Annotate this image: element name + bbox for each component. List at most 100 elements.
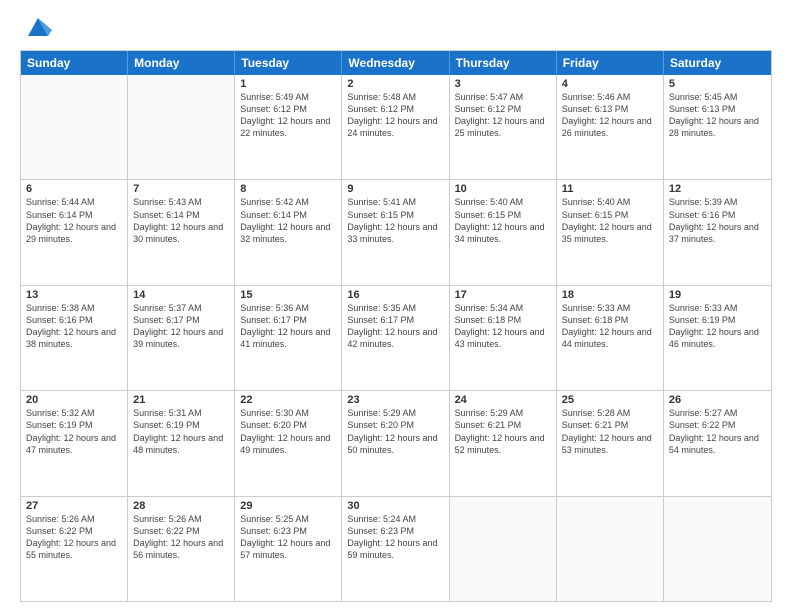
day-info: Sunrise: 5:44 AM Sunset: 6:14 PM Dayligh… xyxy=(26,196,122,245)
day-info: Sunrise: 5:35 AM Sunset: 6:17 PM Dayligh… xyxy=(347,302,443,351)
day-info: Sunrise: 5:45 AM Sunset: 6:13 PM Dayligh… xyxy=(669,91,766,140)
day-info: Sunrise: 5:34 AM Sunset: 6:18 PM Dayligh… xyxy=(455,302,551,351)
day-number: 19 xyxy=(669,289,766,301)
logo xyxy=(20,16,52,40)
page: SundayMondayTuesdayWednesdayThursdayFrid… xyxy=(0,0,792,612)
calendar-row-3: 13Sunrise: 5:38 AM Sunset: 6:16 PM Dayli… xyxy=(21,286,771,391)
calendar-row-2: 6Sunrise: 5:44 AM Sunset: 6:14 PM Daylig… xyxy=(21,180,771,285)
day-number: 3 xyxy=(455,78,551,90)
header-day-tuesday: Tuesday xyxy=(235,51,342,75)
day-info: Sunrise: 5:30 AM Sunset: 6:20 PM Dayligh… xyxy=(240,407,336,456)
calendar-cell: 29Sunrise: 5:25 AM Sunset: 6:23 PM Dayli… xyxy=(235,497,342,601)
day-info: Sunrise: 5:26 AM Sunset: 6:22 PM Dayligh… xyxy=(26,513,122,562)
day-info: Sunrise: 5:49 AM Sunset: 6:12 PM Dayligh… xyxy=(240,91,336,140)
day-number: 9 xyxy=(347,183,443,195)
calendar-cell: 1Sunrise: 5:49 AM Sunset: 6:12 PM Daylig… xyxy=(235,75,342,179)
day-info: Sunrise: 5:28 AM Sunset: 6:21 PM Dayligh… xyxy=(562,407,658,456)
day-info: Sunrise: 5:37 AM Sunset: 6:17 PM Dayligh… xyxy=(133,302,229,351)
calendar-cell: 12Sunrise: 5:39 AM Sunset: 6:16 PM Dayli… xyxy=(664,180,771,284)
calendar-cell: 6Sunrise: 5:44 AM Sunset: 6:14 PM Daylig… xyxy=(21,180,128,284)
logo-icon xyxy=(24,12,52,40)
calendar-cell: 22Sunrise: 5:30 AM Sunset: 6:20 PM Dayli… xyxy=(235,391,342,495)
day-number: 28 xyxy=(133,500,229,512)
calendar-cell: 16Sunrise: 5:35 AM Sunset: 6:17 PM Dayli… xyxy=(342,286,449,390)
day-info: Sunrise: 5:48 AM Sunset: 6:12 PM Dayligh… xyxy=(347,91,443,140)
header-day-monday: Monday xyxy=(128,51,235,75)
calendar-cell: 9Sunrise: 5:41 AM Sunset: 6:15 PM Daylig… xyxy=(342,180,449,284)
calendar-cell: 23Sunrise: 5:29 AM Sunset: 6:20 PM Dayli… xyxy=(342,391,449,495)
calendar-cell: 26Sunrise: 5:27 AM Sunset: 6:22 PM Dayli… xyxy=(664,391,771,495)
day-info: Sunrise: 5:43 AM Sunset: 6:14 PM Dayligh… xyxy=(133,196,229,245)
day-number: 4 xyxy=(562,78,658,90)
calendar-cell: 15Sunrise: 5:36 AM Sunset: 6:17 PM Dayli… xyxy=(235,286,342,390)
calendar-cell: 30Sunrise: 5:24 AM Sunset: 6:23 PM Dayli… xyxy=(342,497,449,601)
calendar-cell: 14Sunrise: 5:37 AM Sunset: 6:17 PM Dayli… xyxy=(128,286,235,390)
day-info: Sunrise: 5:27 AM Sunset: 6:22 PM Dayligh… xyxy=(669,407,766,456)
day-number: 15 xyxy=(240,289,336,301)
day-number: 1 xyxy=(240,78,336,90)
day-number: 22 xyxy=(240,394,336,406)
day-info: Sunrise: 5:36 AM Sunset: 6:17 PM Dayligh… xyxy=(240,302,336,351)
calendar-cell: 7Sunrise: 5:43 AM Sunset: 6:14 PM Daylig… xyxy=(128,180,235,284)
day-info: Sunrise: 5:40 AM Sunset: 6:15 PM Dayligh… xyxy=(562,196,658,245)
header-day-saturday: Saturday xyxy=(664,51,771,75)
day-number: 25 xyxy=(562,394,658,406)
calendar-cell: 27Sunrise: 5:26 AM Sunset: 6:22 PM Dayli… xyxy=(21,497,128,601)
calendar-cell: 11Sunrise: 5:40 AM Sunset: 6:15 PM Dayli… xyxy=(557,180,664,284)
day-info: Sunrise: 5:38 AM Sunset: 6:16 PM Dayligh… xyxy=(26,302,122,351)
calendar-cell: 2Sunrise: 5:48 AM Sunset: 6:12 PM Daylig… xyxy=(342,75,449,179)
calendar-cell: 8Sunrise: 5:42 AM Sunset: 6:14 PM Daylig… xyxy=(235,180,342,284)
day-info: Sunrise: 5:29 AM Sunset: 6:21 PM Dayligh… xyxy=(455,407,551,456)
calendar-cell: 10Sunrise: 5:40 AM Sunset: 6:15 PM Dayli… xyxy=(450,180,557,284)
day-info: Sunrise: 5:33 AM Sunset: 6:19 PM Dayligh… xyxy=(669,302,766,351)
calendar-cell: 13Sunrise: 5:38 AM Sunset: 6:16 PM Dayli… xyxy=(21,286,128,390)
day-info: Sunrise: 5:29 AM Sunset: 6:20 PM Dayligh… xyxy=(347,407,443,456)
calendar-cell: 18Sunrise: 5:33 AM Sunset: 6:18 PM Dayli… xyxy=(557,286,664,390)
day-info: Sunrise: 5:31 AM Sunset: 6:19 PM Dayligh… xyxy=(133,407,229,456)
header-day-friday: Friday xyxy=(557,51,664,75)
day-number: 12 xyxy=(669,183,766,195)
calendar-cell xyxy=(450,497,557,601)
day-info: Sunrise: 5:25 AM Sunset: 6:23 PM Dayligh… xyxy=(240,513,336,562)
calendar-row-1: 1Sunrise: 5:49 AM Sunset: 6:12 PM Daylig… xyxy=(21,75,771,180)
calendar-cell: 5Sunrise: 5:45 AM Sunset: 6:13 PM Daylig… xyxy=(664,75,771,179)
calendar-cell: 28Sunrise: 5:26 AM Sunset: 6:22 PM Dayli… xyxy=(128,497,235,601)
calendar-row-5: 27Sunrise: 5:26 AM Sunset: 6:22 PM Dayli… xyxy=(21,497,771,601)
day-number: 26 xyxy=(669,394,766,406)
calendar-body: 1Sunrise: 5:49 AM Sunset: 6:12 PM Daylig… xyxy=(21,75,771,601)
day-number: 17 xyxy=(455,289,551,301)
day-number: 23 xyxy=(347,394,443,406)
day-number: 20 xyxy=(26,394,122,406)
day-info: Sunrise: 5:41 AM Sunset: 6:15 PM Dayligh… xyxy=(347,196,443,245)
day-number: 30 xyxy=(347,500,443,512)
day-info: Sunrise: 5:46 AM Sunset: 6:13 PM Dayligh… xyxy=(562,91,658,140)
header-day-sunday: Sunday xyxy=(21,51,128,75)
day-number: 2 xyxy=(347,78,443,90)
day-number: 29 xyxy=(240,500,336,512)
calendar-cell xyxy=(557,497,664,601)
day-info: Sunrise: 5:39 AM Sunset: 6:16 PM Dayligh… xyxy=(669,196,766,245)
day-number: 5 xyxy=(669,78,766,90)
header-day-wednesday: Wednesday xyxy=(342,51,449,75)
day-number: 21 xyxy=(133,394,229,406)
calendar-cell: 4Sunrise: 5:46 AM Sunset: 6:13 PM Daylig… xyxy=(557,75,664,179)
calendar-cell: 3Sunrise: 5:47 AM Sunset: 6:12 PM Daylig… xyxy=(450,75,557,179)
calendar-cell xyxy=(128,75,235,179)
day-number: 16 xyxy=(347,289,443,301)
calendar-cell: 25Sunrise: 5:28 AM Sunset: 6:21 PM Dayli… xyxy=(557,391,664,495)
day-info: Sunrise: 5:47 AM Sunset: 6:12 PM Dayligh… xyxy=(455,91,551,140)
calendar-cell: 21Sunrise: 5:31 AM Sunset: 6:19 PM Dayli… xyxy=(128,391,235,495)
day-number: 10 xyxy=(455,183,551,195)
calendar-header: SundayMondayTuesdayWednesdayThursdayFrid… xyxy=(21,51,771,75)
calendar-cell: 19Sunrise: 5:33 AM Sunset: 6:19 PM Dayli… xyxy=(664,286,771,390)
day-number: 6 xyxy=(26,183,122,195)
day-info: Sunrise: 5:26 AM Sunset: 6:22 PM Dayligh… xyxy=(133,513,229,562)
day-info: Sunrise: 5:24 AM Sunset: 6:23 PM Dayligh… xyxy=(347,513,443,562)
day-info: Sunrise: 5:40 AM Sunset: 6:15 PM Dayligh… xyxy=(455,196,551,245)
day-info: Sunrise: 5:33 AM Sunset: 6:18 PM Dayligh… xyxy=(562,302,658,351)
day-info: Sunrise: 5:32 AM Sunset: 6:19 PM Dayligh… xyxy=(26,407,122,456)
header xyxy=(20,16,772,40)
day-number: 18 xyxy=(562,289,658,301)
day-number: 7 xyxy=(133,183,229,195)
day-number: 24 xyxy=(455,394,551,406)
